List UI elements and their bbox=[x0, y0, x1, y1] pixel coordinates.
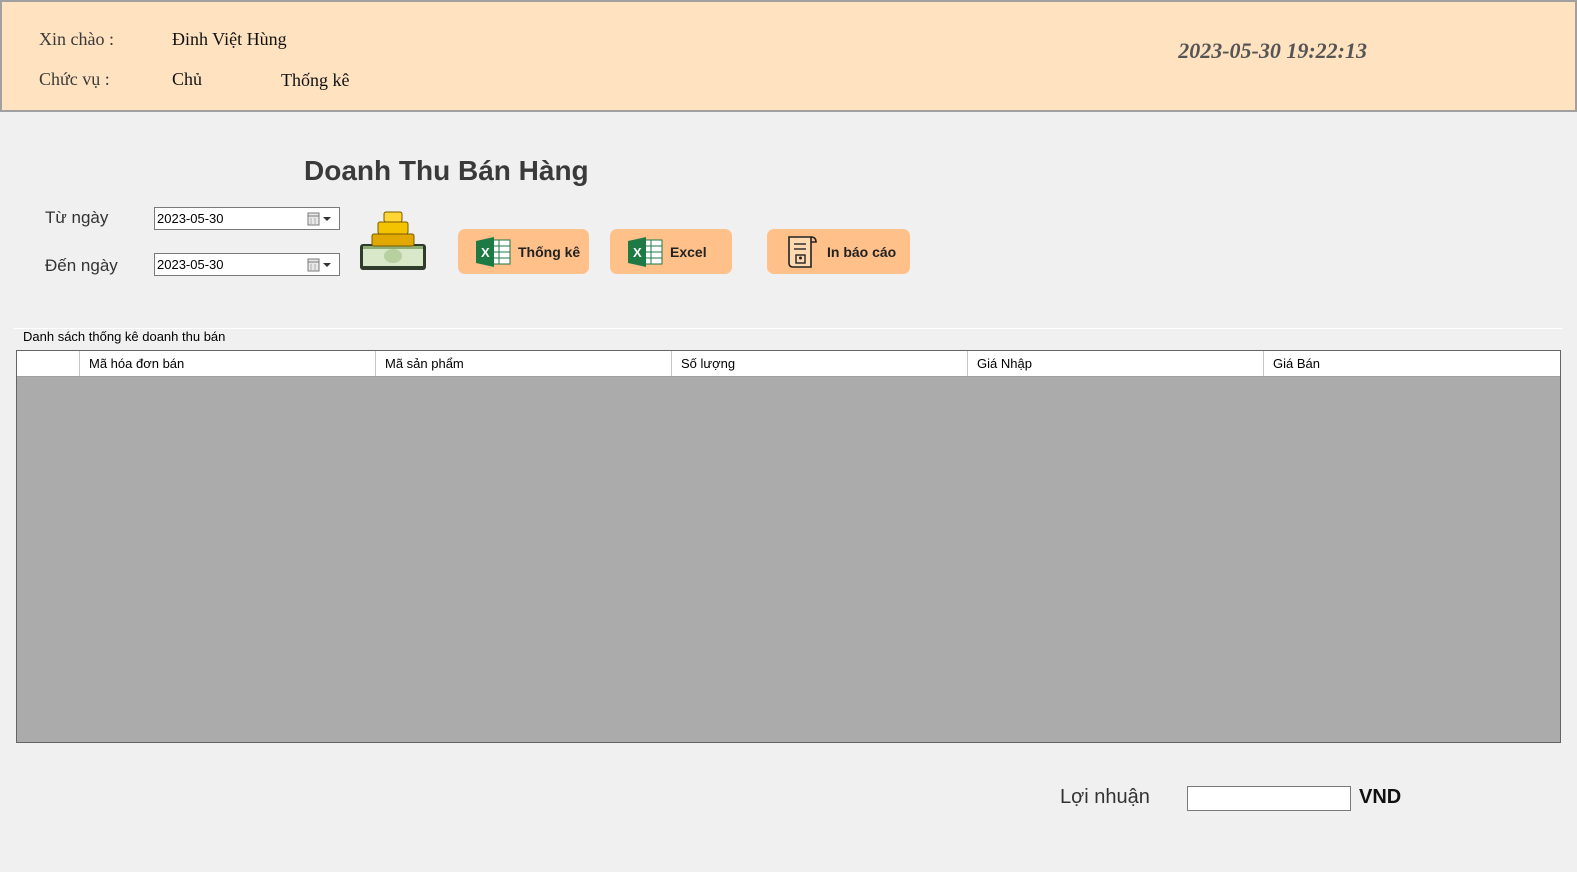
user-header: Xin chào : Đinh Việt Hùng Chức vụ : Chủ … bbox=[0, 0, 1577, 112]
svg-text:X: X bbox=[633, 245, 642, 260]
revenue-data-grid[interactable]: Mã hóa đơn bán Mã sản phẩm Số lượng Giá … bbox=[16, 350, 1561, 743]
section-name: Thống kê bbox=[281, 70, 350, 90]
profit-field[interactable] bbox=[1187, 786, 1351, 811]
grid-row-header-corner[interactable] bbox=[17, 351, 80, 376]
calendar-icon[interactable] bbox=[307, 212, 333, 226]
grid-header-row: Mã hóa đơn bán Mã sản phẩm Số lượng Giá … bbox=[17, 351, 1560, 377]
from-date-value: 2023-05-30 bbox=[157, 211, 224, 226]
groupbox-legend: Danh sách thống kê doanh thu bán bbox=[21, 329, 228, 344]
column-header-sale-price[interactable]: Giá Bán bbox=[1264, 351, 1560, 376]
excel-button[interactable]: X Excel bbox=[610, 229, 732, 274]
column-header-import-price[interactable]: Giá Nhập bbox=[968, 351, 1264, 376]
to-date-picker[interactable]: 2023-05-30 bbox=[154, 253, 340, 276]
role-value: Chủ bbox=[172, 69, 203, 89]
to-date-value: 2023-05-30 bbox=[157, 257, 224, 272]
column-header-quantity[interactable]: Số lượng bbox=[672, 351, 968, 376]
money-stack-icon bbox=[360, 211, 426, 270]
stats-button[interactable]: X Thống kê bbox=[458, 229, 589, 274]
excel-icon: X bbox=[476, 236, 511, 267]
page-title: Doanh Thu Bán Hàng bbox=[304, 155, 589, 186]
column-header-product-id[interactable]: Mã sản phẩm bbox=[376, 351, 672, 376]
datetime-display: 2023-05-30 19:22:13 bbox=[1178, 38, 1367, 63]
user-name: Đinh Việt Hùng bbox=[172, 29, 287, 49]
print-report-button[interactable]: In báo cáo bbox=[767, 229, 910, 274]
report-icon bbox=[788, 235, 817, 268]
column-header-invoice-id[interactable]: Mã hóa đơn bán bbox=[80, 351, 376, 376]
svg-text:X: X bbox=[481, 245, 490, 260]
excel-button-label: Excel bbox=[670, 243, 707, 260]
greeting-label: Xin chào : bbox=[39, 29, 114, 49]
print-report-button-label: In báo cáo bbox=[827, 243, 897, 260]
calendar-icon[interactable] bbox=[307, 258, 333, 272]
excel-icon: X bbox=[628, 236, 663, 267]
stats-button-label: Thống kê bbox=[518, 243, 581, 260]
profit-label: Lợi nhuận bbox=[1060, 786, 1150, 808]
role-label: Chức vụ : bbox=[39, 69, 110, 89]
currency-unit: VND bbox=[1359, 786, 1402, 808]
to-date-label: Đến ngày bbox=[45, 256, 118, 275]
from-date-label: Từ ngày bbox=[45, 208, 109, 227]
from-date-picker[interactable]: 2023-05-30 bbox=[154, 207, 340, 230]
